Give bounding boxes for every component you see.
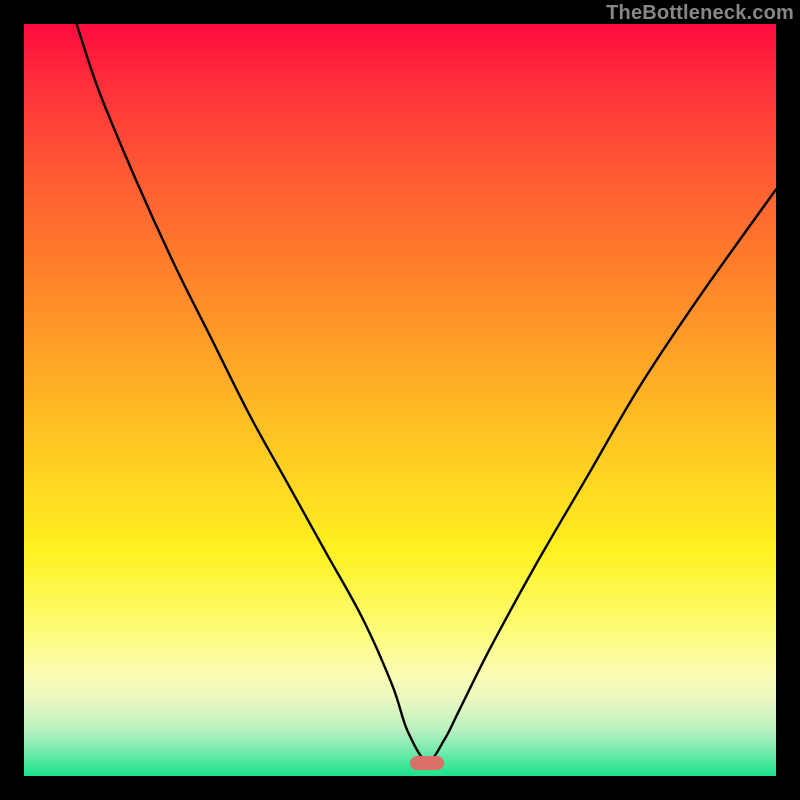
- plot-area: [24, 24, 776, 776]
- watermark-text: TheBottleneck.com: [606, 2, 794, 25]
- bottleneck-curve: [24, 24, 776, 776]
- chart-frame: TheBottleneck.com: [0, 0, 800, 800]
- optimum-marker: [410, 756, 444, 770]
